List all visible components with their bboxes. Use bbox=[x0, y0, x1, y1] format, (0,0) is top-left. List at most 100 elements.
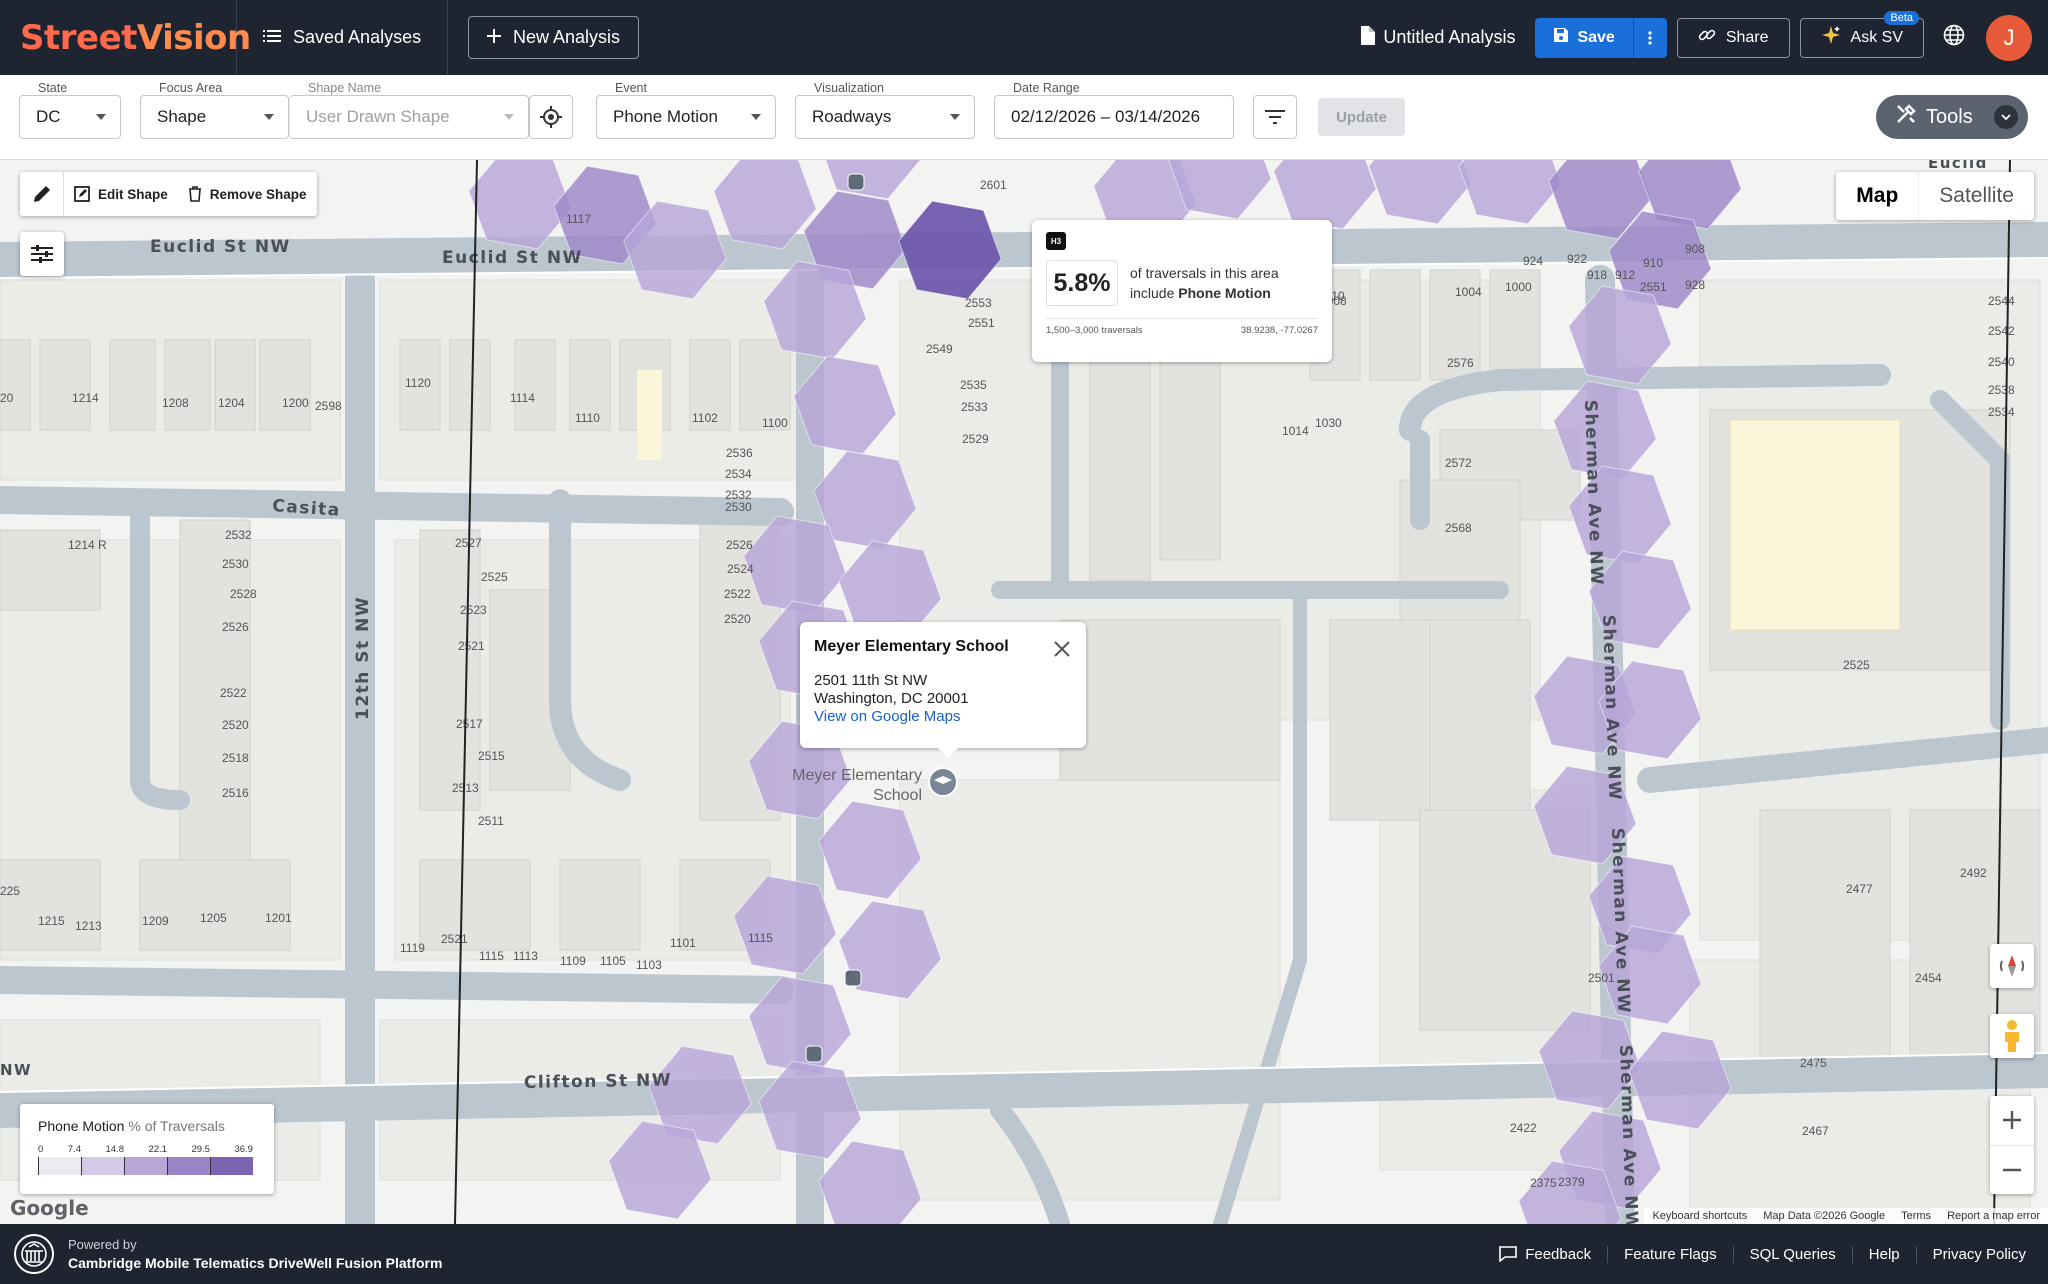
shape-name-select[interactable]: Shape Name User Drawn Shape bbox=[289, 81, 529, 139]
remove-shape-button[interactable]: Remove Shape bbox=[178, 172, 317, 216]
date-range-field[interactable]: Date Range 02/12/2026 – 03/14/2026 bbox=[994, 81, 1234, 139]
h3-hex-cell[interactable] bbox=[1553, 380, 1657, 480]
house-number: 1205 bbox=[200, 911, 227, 925]
caret-down-icon bbox=[504, 114, 514, 120]
ask-sv-button[interactable]: Ask SV Beta bbox=[1799, 10, 1924, 58]
footer-links: Feedback Feature Flags SQL Queries Help … bbox=[1483, 1224, 2042, 1284]
coordinates: 38.9238, -77.0267 bbox=[1240, 325, 1318, 336]
view-on-google-maps-link[interactable]: View on Google Maps bbox=[814, 708, 960, 725]
popup-address-1: 2501 11th St NW bbox=[814, 672, 928, 689]
house-number: 2511 bbox=[478, 814, 504, 828]
tools-button[interactable]: Tools bbox=[1876, 95, 2028, 139]
traversal-count: 1,500–3,000 traversals bbox=[1046, 325, 1143, 336]
locate-shape-button[interactable] bbox=[529, 95, 573, 139]
legend-swatch bbox=[81, 1157, 124, 1175]
legend-tick: 22.1 bbox=[148, 1144, 167, 1155]
house-number: 2532 bbox=[225, 528, 252, 542]
edit-shape-button[interactable]: Edit Shape bbox=[64, 172, 178, 216]
h3-hex-cell[interactable] bbox=[1273, 160, 1377, 230]
visualization-select[interactable]: Visualization Roadways bbox=[795, 81, 975, 139]
h3-hex-cell[interactable] bbox=[1458, 160, 1562, 225]
house-number: 2477 bbox=[1846, 882, 1873, 896]
map-type-map[interactable]: Map bbox=[1836, 172, 1918, 220]
saved-analyses-button[interactable]: Saved Analyses bbox=[237, 0, 448, 75]
street-clifton: Clifton St NW bbox=[524, 1070, 672, 1093]
attribution-item[interactable]: Map Data ©2026 Google bbox=[1763, 1210, 1885, 1222]
legend-title: Phone Motion bbox=[38, 1118, 125, 1134]
platform-name: Cambridge Mobile Telematics DriveWell Fu… bbox=[68, 1255, 443, 1271]
percent-value: 5.8% bbox=[1046, 260, 1118, 306]
sql-queries-link[interactable]: SQL Queries bbox=[1732, 1245, 1852, 1263]
house-number: 1208 bbox=[162, 396, 189, 410]
powered-by: Powered by Cambridge Mobile Telematics D… bbox=[68, 1237, 442, 1271]
globe-icon[interactable] bbox=[1940, 24, 1968, 52]
attribution-item[interactable]: Report a map error bbox=[1947, 1210, 2040, 1222]
caret-down-icon bbox=[950, 114, 960, 120]
user-avatar[interactable]: J bbox=[1986, 14, 2032, 61]
event-select[interactable]: Event Phone Motion bbox=[596, 81, 776, 139]
update-button[interactable]: Update bbox=[1318, 98, 1405, 136]
legend-swatch bbox=[167, 1157, 210, 1175]
popup-address-2: Washington, DC 20001 bbox=[814, 690, 969, 707]
crosshair-icon bbox=[540, 106, 562, 128]
attribution-item[interactable]: Terms bbox=[1901, 1210, 1931, 1222]
save-more-button[interactable] bbox=[1632, 17, 1667, 58]
save-label: Save bbox=[1577, 28, 1615, 46]
zoom-out-button[interactable] bbox=[1990, 1146, 2034, 1195]
house-number: 2542 bbox=[1988, 324, 2015, 338]
compass-button[interactable] bbox=[1990, 944, 2034, 988]
house-number: 1120 bbox=[405, 376, 431, 390]
h3-hex-cell[interactable] bbox=[1368, 160, 1472, 225]
house-number: 1117 bbox=[566, 212, 591, 226]
house-number: 2518 bbox=[222, 751, 249, 765]
help-link[interactable]: Help bbox=[1851, 1245, 1916, 1263]
house-number: 908 bbox=[1685, 242, 1705, 256]
percent-description: of traversals in this area include Phone… bbox=[1130, 263, 1279, 303]
state-select[interactable]: State DC bbox=[19, 81, 121, 139]
house-number: 1113 bbox=[513, 949, 538, 963]
legend-ticks: 0 7.4 14.8 22.1 29.5 36.9 bbox=[38, 1144, 253, 1155]
house-number: 1213 bbox=[75, 919, 102, 933]
focus-area-select[interactable]: Focus Area Shape bbox=[140, 81, 289, 139]
house-number: 2551 bbox=[968, 316, 995, 330]
save-button[interactable]: Save bbox=[1535, 18, 1632, 58]
street-view-pegman[interactable] bbox=[1990, 1014, 2034, 1058]
house-number: 1102 bbox=[692, 411, 718, 425]
h3-hex-cell[interactable] bbox=[763, 260, 867, 360]
google-logo: Google bbox=[10, 1196, 89, 1220]
draw-toolbar: Edit Shape Remove Shape bbox=[20, 172, 317, 216]
legend-tick: 29.5 bbox=[191, 1144, 210, 1155]
map-attribution: Keyboard shortcuts Map Data ©2026 Google T… bbox=[1644, 1208, 2048, 1224]
house-number: 2576 bbox=[1447, 356, 1474, 370]
house-number: 1100 bbox=[762, 416, 788, 430]
map-type-satellite[interactable]: Satellite bbox=[1918, 172, 2034, 220]
h3-hex-cell[interactable] bbox=[819, 160, 922, 200]
zoom-in-button[interactable] bbox=[1990, 1096, 2034, 1146]
house-number: 2515 bbox=[478, 749, 505, 763]
new-analysis-button[interactable]: New Analysis bbox=[468, 16, 640, 59]
house-number: 2534 bbox=[1988, 405, 2015, 419]
map-canvas[interactable]: Euclid St NW Euclid St NW Casita 12th St… bbox=[0, 160, 2048, 1224]
house-number: 2572 bbox=[1445, 456, 1472, 470]
house-number: 2379 bbox=[1558, 1175, 1585, 1189]
house-number: 20 bbox=[0, 391, 14, 405]
map-layer-settings-button[interactable] bbox=[20, 232, 64, 276]
yellow-lot bbox=[637, 370, 662, 460]
advanced-filters-button[interactable] bbox=[1253, 95, 1297, 139]
privacy-policy-link[interactable]: Privacy Policy bbox=[1915, 1245, 2042, 1263]
attribution-item[interactable]: Keyboard shortcuts bbox=[1652, 1210, 1747, 1222]
beta-badge: Beta bbox=[1884, 10, 1919, 25]
close-icon[interactable] bbox=[1054, 636, 1070, 664]
share-button[interactable]: Share bbox=[1676, 17, 1790, 58]
app-logo[interactable]: Street Vision bbox=[0, 0, 251, 75]
draw-pencil-button[interactable] bbox=[20, 172, 64, 216]
feedback-link[interactable]: Feedback bbox=[1483, 1246, 1607, 1263]
house-number: 1101 bbox=[670, 936, 696, 950]
analysis-name[interactable]: Untitled Analysis bbox=[1359, 25, 1515, 50]
house-number: 1215 bbox=[38, 914, 65, 928]
house-number: 2454 bbox=[1915, 971, 1942, 985]
legend-tick: 36.9 bbox=[234, 1144, 253, 1155]
feature-flags-link[interactable]: Feature Flags bbox=[1607, 1245, 1733, 1263]
house-number: 225 bbox=[0, 884, 20, 898]
house-number: 1109 bbox=[560, 954, 586, 968]
